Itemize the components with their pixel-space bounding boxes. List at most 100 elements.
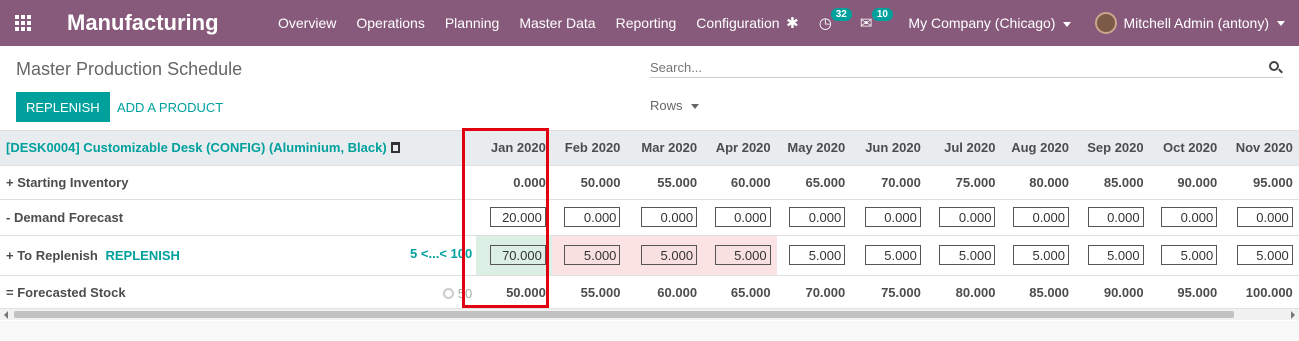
table-cell	[626, 235, 704, 276]
chevron-down-icon	[1277, 20, 1285, 26]
user-menu[interactable]: Mitchell Admin (antony)	[1095, 12, 1285, 34]
table-cell	[1149, 199, 1224, 236]
table-cell: 100.000	[1223, 275, 1299, 309]
menu-overview[interactable]: Overview	[268, 15, 346, 31]
control-panel: Master Production Schedule REPLENISH ADD…	[0, 46, 1299, 131]
trash-icon[interactable]	[390, 142, 400, 154]
activity-badge: 32	[830, 8, 852, 21]
table-cell: 50.000	[551, 165, 627, 200]
table-cell	[703, 199, 777, 236]
breadcrumb: Master Production Schedule	[16, 59, 243, 79]
replenish-input[interactable]	[789, 245, 846, 265]
demand-input[interactable]	[1161, 207, 1218, 227]
replenish-input[interactable]	[641, 245, 698, 265]
table-cell: 65.000	[703, 275, 777, 309]
scroll-right-icon[interactable]	[1291, 311, 1295, 319]
messages-chat-icon[interactable]: ✉ 10	[860, 8, 893, 32]
replenish-input[interactable]	[939, 245, 996, 265]
bug-icon[interactable]: ✱	[786, 14, 799, 32]
page-bottom	[0, 321, 1299, 341]
table-cell: 70.000	[851, 165, 927, 200]
month-header: Jul 2020	[926, 131, 1002, 166]
menu-operations[interactable]: Operations	[346, 15, 434, 31]
demand-input[interactable]	[1013, 207, 1070, 227]
chevron-down-icon	[690, 104, 699, 110]
activity-clock-icon[interactable]: ◷ 32	[819, 8, 852, 32]
menu-configuration[interactable]: Configuration	[686, 15, 789, 31]
avatar	[1095, 12, 1118, 34]
company-switcher[interactable]: My Company (Chicago)	[908, 15, 1072, 31]
table-cell	[1149, 235, 1224, 276]
search-icon[interactable]	[1269, 60, 1283, 75]
table-cell: 85.000	[1001, 275, 1076, 309]
month-header: Nov 2020	[1223, 131, 1299, 166]
target-icon	[442, 287, 454, 299]
table-cell	[1001, 199, 1076, 236]
horizontal-scrollbar[interactable]	[0, 308, 1299, 320]
menu-planning[interactable]: Planning	[435, 15, 510, 31]
table-cell: 95.000	[1149, 275, 1224, 309]
table-cell: 65.000	[776, 165, 852, 200]
replenish-input[interactable]	[1161, 245, 1218, 265]
menu-master-data[interactable]: Master Data	[509, 15, 605, 31]
table-cell: 90.000	[1149, 165, 1224, 200]
to-replenish-row: + To Replenish REPLENISH 5 <...< 100	[0, 235, 1299, 276]
rows-dropdown[interactable]: Rows	[650, 98, 699, 113]
header-row: [DESK0004] Customizable Desk (CONFIG) (A…	[0, 131, 1299, 166]
table-cell	[626, 199, 704, 236]
app-brand[interactable]: Manufacturing	[67, 10, 247, 36]
table-cell	[1223, 235, 1299, 276]
add-product-button[interactable]: ADD A PRODUCT	[117, 92, 223, 122]
demand-input[interactable]	[641, 207, 698, 227]
demand-input[interactable]	[864, 207, 921, 227]
table-cell	[1223, 199, 1299, 236]
table-cell: 60.000	[703, 165, 777, 200]
month-header: Apr 2020	[703, 131, 777, 166]
starting-inventory-row: + Starting Inventory 0.000 50.000 55.000…	[0, 165, 1299, 200]
demand-input[interactable]	[789, 207, 846, 227]
table-cell	[1001, 235, 1076, 276]
replenish-input[interactable]	[1087, 245, 1144, 265]
month-header: Oct 2020	[1149, 131, 1224, 166]
table-cell	[1075, 199, 1150, 236]
main-menu: Overview Operations Planning Master Data…	[268, 15, 790, 31]
systray: ✱ ◷ 32 ✉ 10 My Company (Chicago) Mitchell …	[776, 0, 1299, 46]
demand-forecast-label[interactable]: - Demand Forecast	[0, 199, 477, 236]
product-name-header[interactable]: [DESK0004] Customizable Desk (CONFIG) (A…	[0, 131, 477, 166]
demand-input[interactable]	[1087, 207, 1144, 227]
replenish-input[interactable]	[564, 245, 621, 265]
table-cell	[551, 235, 627, 276]
demand-input[interactable]	[939, 207, 996, 227]
table-cell: 75.000	[851, 275, 927, 309]
forecasted-stock-label[interactable]: = Forecasted Stock	[6, 285, 126, 300]
top-navbar: Manufacturing Overview Operations Planni…	[0, 0, 1299, 46]
menu-reporting[interactable]: Reporting	[606, 15, 687, 31]
row-replenish-button[interactable]: REPLENISH	[105, 248, 179, 263]
table-cell	[703, 235, 777, 276]
replenish-input[interactable]	[864, 245, 921, 265]
scroll-left-icon[interactable]	[4, 311, 8, 319]
apps-menu-icon[interactable]	[0, 0, 46, 46]
demand-input[interactable]	[1236, 207, 1293, 227]
replenish-button[interactable]: REPLENISH	[16, 92, 110, 122]
table-cell: 70.000	[776, 275, 852, 309]
table-cell: 80.000	[926, 275, 1002, 309]
demand-input[interactable]	[564, 207, 621, 227]
starting-inventory-label[interactable]: + Starting Inventory	[0, 165, 477, 200]
messages-badge: 10	[871, 8, 893, 21]
demand-input[interactable]	[714, 207, 771, 227]
demand-forecast-row: - Demand Forecast	[0, 199, 1299, 236]
table-cell: 60.000	[626, 275, 704, 309]
replenish-input[interactable]	[1013, 245, 1070, 265]
replenish-input[interactable]	[1236, 245, 1293, 265]
product-name: [DESK0004] Customizable Desk (CONFIG) (A…	[6, 140, 387, 156]
rows-dropdown-label: Rows	[650, 98, 683, 113]
month-header: Feb 2020	[551, 131, 627, 166]
to-replenish-label[interactable]: + To Replenish	[6, 248, 98, 263]
search-input[interactable]	[650, 60, 1269, 75]
table-cell	[776, 235, 852, 276]
table-cell: 80.000	[1001, 165, 1076, 200]
replenish-input[interactable]	[714, 245, 771, 265]
table-cell	[926, 235, 1002, 276]
scrollbar-thumb[interactable]	[14, 311, 1234, 318]
